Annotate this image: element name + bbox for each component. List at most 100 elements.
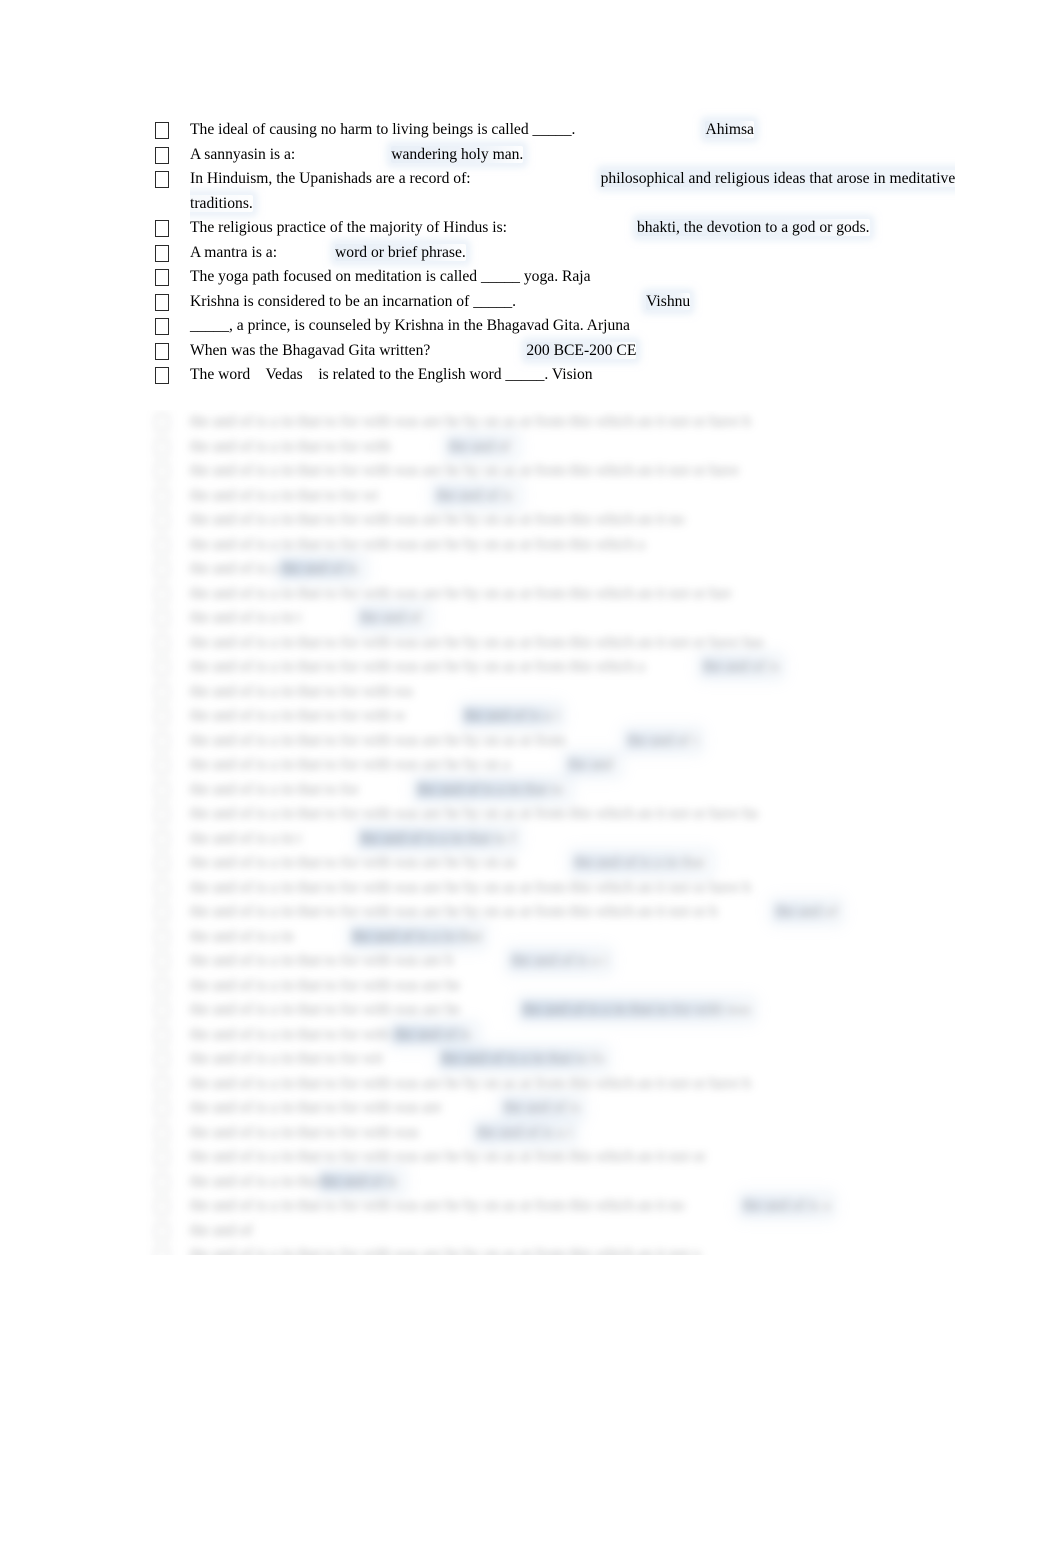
redacted-text: the and of is a in that to for with wa bbox=[190, 682, 413, 700]
list-bullet-icon bbox=[155, 318, 169, 335]
redacted-item: the and of is a in that to for with was … bbox=[0, 631, 1062, 656]
redacted-region: the and of is a in that to for with was … bbox=[0, 410, 1062, 1255]
question-answer-list: The ideal of causing no harm to living b… bbox=[0, 118, 1062, 388]
redacted-item: the and of is a in that to for with was … bbox=[0, 851, 1062, 876]
redacted-text: the and of is a in that to for with was … bbox=[190, 952, 454, 969]
redacted-answer: the and of bbox=[359, 609, 426, 626]
redacted-text: the and of is a in that to for with was … bbox=[190, 756, 511, 773]
redacted-item: the and of is a in that to for with was … bbox=[0, 533, 1062, 558]
redacted-text: the and of is a in that to for with was … bbox=[190, 511, 685, 528]
list-bullet-icon bbox=[155, 1173, 169, 1191]
redacted-item: the and of is a in that to for with was … bbox=[0, 802, 1062, 827]
redacted-item: the and of is a the and of is bbox=[0, 557, 1062, 582]
redacted-text: the and of is a in t bbox=[190, 609, 302, 626]
list-bullet-icon bbox=[155, 1124, 169, 1142]
redacted-text: the and of is a in that bbox=[190, 1172, 321, 1190]
question-text: In Hinduism, the Upanishads are a record… bbox=[190, 170, 471, 187]
question-item: A mantra is a: word or brief phrase. bbox=[0, 241, 1062, 266]
redacted-item: the and of is a in that to for with was … bbox=[0, 729, 1062, 754]
list-bullet-icon bbox=[155, 561, 169, 578]
list-bullet-icon bbox=[155, 1051, 169, 1068]
list-bullet-icon bbox=[155, 830, 169, 848]
answer-text: Vishnu bbox=[646, 292, 691, 310]
redacted-text: the and of is a in that to for wi bbox=[190, 486, 379, 504]
question-text: Krishna is considered to be an incarnati… bbox=[190, 292, 517, 310]
list-bullet-icon bbox=[155, 487, 169, 505]
redacted-text: the and of is a in that to for bbox=[190, 780, 359, 798]
list-bullet-icon bbox=[155, 732, 169, 750]
answer-text: Ahimsa bbox=[705, 121, 754, 138]
redacted-answer: the and of is bbox=[320, 1172, 402, 1190]
redacted-text: the and of is a in that to for with was … bbox=[190, 658, 645, 675]
list-bullet-icon bbox=[155, 781, 169, 799]
list-bullet-icon bbox=[155, 1002, 169, 1019]
redacted-text: the and of is a in that to for with bbox=[190, 437, 391, 455]
redacted-item: the and of is a in that to for the and of… bbox=[0, 778, 1062, 803]
list-bullet-icon bbox=[155, 1149, 169, 1166]
list-bullet-icon bbox=[155, 463, 169, 480]
redacted-answer: the and of is bbox=[436, 486, 517, 504]
list-bullet-icon bbox=[155, 293, 169, 311]
question-text: A sannyasin is a: bbox=[190, 145, 296, 163]
answer-text: bhakti, the devotion to a god or gods. bbox=[637, 219, 870, 236]
list-bullet-icon bbox=[155, 122, 169, 139]
document-page: The ideal of causing no harm to living b… bbox=[0, 0, 1062, 1561]
redacted-text: the and of is a in that to for with was … bbox=[190, 1246, 701, 1255]
redacted-text: the and of is a in that to for with was … bbox=[190, 413, 751, 430]
question-item: The ideal of causing no harm to living b… bbox=[0, 118, 1062, 143]
redacted-item: the and of is a in that to for with was … bbox=[0, 998, 1062, 1023]
answer-text: 200 BCE-200 CE bbox=[526, 341, 637, 359]
list-bullet-icon bbox=[155, 414, 169, 431]
list-bullet-icon bbox=[155, 977, 169, 995]
redacted-item: the and of is a in that to for wit the an… bbox=[0, 1047, 1062, 1072]
redacted-item: the and of is a in that to for with was … bbox=[0, 1072, 1062, 1097]
redacted-text: the and of is a in that to for with was … bbox=[190, 633, 768, 651]
redacted-answer: the and of bbox=[448, 437, 515, 455]
redacted-item: the and of is a in that to for with was … bbox=[0, 1194, 1062, 1219]
list-bullet-icon bbox=[155, 634, 169, 652]
redacted-answer: the and bbox=[568, 756, 618, 773]
list-bullet-icon bbox=[155, 438, 169, 456]
redacted-answer: the and of is bbox=[702, 658, 780, 675]
list-bullet-icon bbox=[155, 269, 169, 286]
redacted-text: the and of is a in that to for with was … bbox=[190, 1074, 751, 1092]
list-bullet-icon bbox=[155, 610, 169, 627]
list-bullet-icon bbox=[155, 585, 169, 603]
redacted-item: the and of is a in that to for with was … bbox=[0, 655, 1062, 680]
list-bullet-icon bbox=[155, 536, 169, 554]
question-item: Krishna is considered to be an incarnati… bbox=[0, 290, 1062, 315]
redacted-text: the and of is a in bbox=[190, 927, 294, 945]
redacted-question-list: the and of is a in that to for with was … bbox=[0, 410, 1062, 1255]
redacted-item: the and of is a in t the and of is a in t… bbox=[0, 827, 1062, 852]
redacted-item: the and of is a in that to for with was … bbox=[0, 1243, 1062, 1255]
list-bullet-icon bbox=[155, 512, 169, 529]
redacted-text: the and of is a in that to for with bbox=[190, 1025, 395, 1043]
list-bullet-icon bbox=[155, 342, 169, 360]
redacted-text: the and of is a in that to for with was … bbox=[190, 878, 751, 896]
redacted-text: the and of is a in that to for with was … bbox=[190, 1001, 465, 1018]
redacted-item: the and of is a in that to for with the a… bbox=[0, 435, 1062, 460]
list-bullet-icon bbox=[155, 904, 169, 921]
list-bullet-icon bbox=[155, 1222, 169, 1240]
list-bullet-icon bbox=[155, 171, 169, 188]
redacted-item: the and of is a in that to for with was … bbox=[0, 876, 1062, 901]
list-bullet-icon bbox=[155, 879, 169, 897]
redacted-item: the and of is a in that to for with was … bbox=[0, 410, 1062, 435]
list-bullet-icon bbox=[155, 220, 169, 237]
question-text: When was the Bhagavad Gita written? bbox=[190, 341, 431, 359]
list-bullet-icon bbox=[155, 1100, 169, 1117]
list-bullet-icon bbox=[155, 683, 169, 701]
redacted-answer: the and of bbox=[775, 903, 838, 920]
redacted-item: the and of is a in thatthe and of is bbox=[0, 1170, 1062, 1195]
redacted-answer: the and of is a in that to f bbox=[359, 829, 516, 847]
redacted-text: the and of is a bbox=[190, 560, 282, 577]
answer-text: wandering holy man. bbox=[391, 145, 524, 163]
question-item: In Hinduism, the Upanishads are a record… bbox=[0, 167, 1062, 216]
redacted-answer: the and of is a in that bbox=[351, 927, 483, 945]
redacted-item: the and of is a in that to for with was … bbox=[0, 949, 1062, 974]
question-text: _____, a prince, is counseled by Krishna… bbox=[190, 317, 630, 334]
redacted-answer: the and of is bbox=[281, 560, 362, 577]
redacted-text: the and of is a in that to for with was … bbox=[190, 1099, 446, 1116]
redacted-text: the and of is a in that to for with was … bbox=[190, 854, 517, 871]
question-text: A mantra is a: bbox=[190, 243, 278, 261]
